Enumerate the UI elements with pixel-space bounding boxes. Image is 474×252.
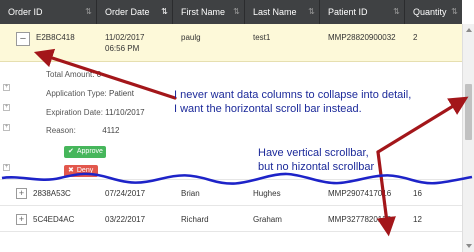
detail-expiration-date: Expiration Date: 11/10/2017	[46, 108, 145, 117]
detail-value: Patient	[109, 89, 134, 98]
quantity-cell: 2	[413, 33, 418, 42]
annotation-text: I never want data columns to collapse in…	[174, 88, 411, 116]
detail-label: Application Type:	[46, 89, 107, 98]
sort-desc-icon[interactable]: ⇅	[160, 7, 169, 17]
column-header-last-name[interactable]: Last Name ⇅	[245, 0, 320, 24]
last-name-cell: test1	[253, 33, 271, 42]
detail-total-amount: Total Amount: 0	[46, 70, 101, 79]
detail-reason: Reason: 4112	[46, 126, 119, 135]
order-id-text: 5C4ED4AC	[33, 215, 75, 224]
table-row-selected[interactable]: − E2B8C418 11/02/2017 06:56 PM paulg tes…	[0, 24, 462, 62]
detail-label: Total Amount	[46, 70, 93, 79]
column-header-quantity[interactable]: Quantity ⇅	[405, 0, 462, 24]
order-id-cell: + 2838A53C	[0, 180, 97, 205]
column-header-label: Order Date	[105, 7, 150, 17]
plus-icon[interactable]: +	[3, 164, 10, 171]
order-id-text: E2B8C418	[36, 33, 75, 42]
first-name-cell: paulg	[181, 33, 201, 42]
check-icon: ✔	[68, 148, 74, 155]
deny-button[interactable]: ✖ Deny	[64, 165, 98, 177]
scrollbar-thumb[interactable]	[465, 84, 472, 140]
plus-icon[interactable]: +	[3, 124, 10, 131]
deny-label: Deny	[76, 167, 94, 174]
patient-id-cell: MMP3277820133	[328, 215, 392, 224]
annotation-text: Have vertical scrollbar, but no hizontal…	[258, 146, 374, 174]
first-name-cell: Brian	[181, 189, 200, 198]
annotation-line: Have vertical scrollbar,	[258, 147, 369, 159]
approve-button[interactable]: ✔ Approve	[64, 146, 106, 158]
sort-arrows-icon[interactable]: ⇅	[450, 7, 459, 17]
detail-label: Expiration Date:	[46, 108, 103, 117]
order-date-text: 11/02/2017	[105, 33, 145, 42]
detail-value: 4112	[102, 126, 120, 135]
sort-arrows-icon[interactable]: ⇅	[84, 7, 93, 17]
patient-id-cell: MMP28820900032	[328, 33, 396, 42]
annotation-line: I want the horizontal scroll bar instead…	[174, 103, 362, 115]
detail-application-type: Application Type: Patient	[46, 89, 134, 98]
sort-arrows-icon[interactable]: ⇅	[232, 7, 241, 17]
vertical-scrollbar[interactable]	[462, 24, 474, 252]
plus-icon[interactable]: +	[16, 188, 27, 199]
plus-icon[interactable]: +	[16, 214, 27, 225]
sort-arrows-icon[interactable]: ⇅	[307, 7, 316, 17]
first-name-cell: Richard	[181, 215, 209, 224]
order-date-cell: 03/22/2017	[105, 215, 146, 224]
x-icon: ✖	[68, 167, 74, 174]
patient-id-cell: MMP2907417016	[328, 189, 392, 198]
column-header-label: Patient ID	[328, 7, 368, 17]
scroll-up-icon[interactable]	[466, 28, 472, 32]
order-date-cell: 07/24/2017	[105, 189, 146, 198]
last-name-cell: Graham	[253, 215, 282, 224]
minus-icon[interactable]: −	[16, 32, 30, 46]
scroll-down-icon[interactable]	[466, 244, 472, 248]
order-id-cell: − E2B8C418	[0, 24, 97, 61]
table-row[interactable]: + 5C4ED4AC 03/22/2017 Richard Graham MMP…	[0, 206, 462, 232]
table-row[interactable]: + 2838A53C 07/24/2017 Brian Hughes MMP29…	[0, 180, 462, 206]
approve-label: Approve	[76, 148, 103, 155]
column-header-label: Order ID	[8, 7, 43, 17]
data-grid: Order ID ⇅ Order Date ⇅ First Name ⇅ Las…	[0, 0, 474, 252]
column-header-label: First Name	[181, 7, 226, 17]
column-header-label: Last Name	[253, 7, 297, 17]
quantity-cell: 12	[413, 215, 422, 224]
column-header-first-name[interactable]: First Name ⇅	[173, 0, 245, 24]
order-id-cell: + 5C4ED4AC	[0, 206, 97, 231]
annotation-line: but no hizontal scrollbar	[258, 161, 375, 173]
last-name-cell: Hughes	[253, 189, 281, 198]
detail-value: 11/10/2017	[105, 108, 145, 117]
sort-arrows-icon[interactable]: ⇅	[392, 7, 401, 17]
order-time-text: 06:56 PM	[105, 44, 140, 53]
column-header-label: Quantity	[413, 7, 447, 17]
detail-label: Reason:	[46, 126, 76, 135]
grid-header: Order ID ⇅ Order Date ⇅ First Name ⇅ Las…	[0, 0, 462, 24]
quantity-cell: 16	[413, 189, 422, 198]
order-id-text: 2838A53C	[33, 189, 71, 198]
plus-icon[interactable]: +	[3, 104, 10, 111]
row-detail-panel: Total Amount: 0 Application Type: Patien…	[0, 62, 462, 180]
annotation-line: I never want data columns to collapse in…	[174, 89, 412, 101]
column-header-order-date[interactable]: Order Date ⇅	[97, 0, 173, 24]
column-header-patient-id[interactable]: Patient ID ⇅	[320, 0, 405, 24]
column-header-order-id[interactable]: Order ID ⇅	[0, 0, 97, 24]
order-date-cell: 11/02/2017 06:56 PM	[97, 24, 173, 61]
plus-icon[interactable]: +	[3, 84, 10, 91]
detail-value: 0	[96, 70, 102, 79]
